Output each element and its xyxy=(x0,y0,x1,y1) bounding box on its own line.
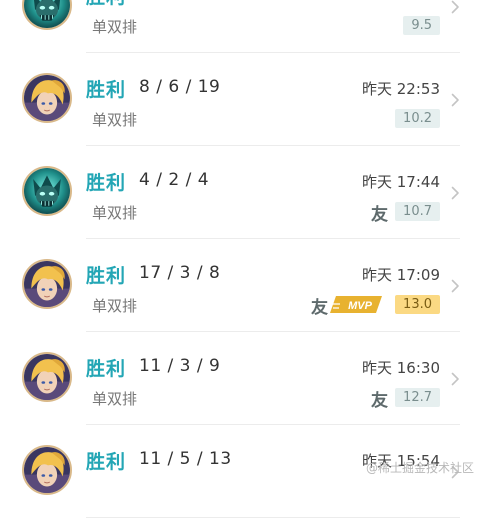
match-score-badge: 12.7 xyxy=(395,388,440,407)
match-result: 胜利 xyxy=(86,0,126,9)
match-row[interactable]: 胜利 8 / 6 / 19 昨天 22:53 单双排 10.2 xyxy=(0,53,480,146)
match-time: 昨天 16:30 xyxy=(362,359,440,377)
match-history-list: 胜利单双排9.5胜利8 / 6 / 19昨天 22:53单双排10.2胜利4 /… xyxy=(0,0,480,518)
match-mode: 单双排 xyxy=(92,111,138,129)
match-result: 胜利 xyxy=(86,265,127,287)
match-score-badge: 10.7 xyxy=(395,202,440,221)
match-time: 昨天 17:44 xyxy=(362,173,440,191)
hero-portrait-icon xyxy=(24,354,70,400)
friend-tag: 友 xyxy=(311,298,328,318)
hero-portrait-icon xyxy=(24,261,70,307)
match-time: 昨天 17:09 xyxy=(362,266,440,284)
match-score-badge: 9.5 xyxy=(403,16,440,35)
mvp-badge-icon: MVP xyxy=(330,296,382,313)
kda-stats: 11 / 3 / 9 xyxy=(139,356,221,376)
match-score-badge: 10.2 xyxy=(395,109,440,128)
kda-stats: 4 / 2 / 4 xyxy=(139,170,210,190)
kda-stats: 8 / 6 / 19 xyxy=(139,77,221,97)
hero-portrait-icon xyxy=(24,0,70,28)
hero-portrait-icon xyxy=(24,447,70,493)
match-time: 昨天 22:53 xyxy=(362,80,440,98)
chevron-right-icon[interactable] xyxy=(451,93,460,107)
watermark: @稀土掘金技术社区 xyxy=(365,461,474,475)
hero-portrait-icon xyxy=(24,75,70,121)
match-mode: 单双排 xyxy=(92,18,138,36)
hero-avatar xyxy=(22,166,72,216)
match-mode: 单双排 xyxy=(92,390,138,408)
chevron-right-icon[interactable] xyxy=(451,279,460,293)
match-row[interactable]: 胜利 17 / 3 / 8 昨天 17:09 单双排 13.0 MVP 友 xyxy=(0,239,480,332)
match-row[interactable]: 胜利单双排 9.5 xyxy=(0,0,480,53)
kda-stats: 11 / 5 / 13 xyxy=(139,449,232,469)
friend-tag: 友 xyxy=(371,391,388,411)
match-mode: 单双排 xyxy=(92,204,138,222)
hero-portrait-icon xyxy=(24,168,70,214)
kda-stats: 17 / 3 / 8 xyxy=(139,263,221,283)
match-result: 胜利 xyxy=(86,79,127,101)
hero-avatar xyxy=(22,73,72,123)
match-row[interactable]: 胜利 11 / 3 / 9 昨天 16:30 单双排 12.7 友 xyxy=(0,332,480,425)
hero-avatar xyxy=(22,259,72,309)
mvp-label: MVP xyxy=(348,300,373,312)
match-score-badge: 13.0 xyxy=(395,295,440,314)
hero-avatar xyxy=(22,352,72,402)
match-mode: 单双排 xyxy=(92,297,138,315)
friend-tag: 友 xyxy=(371,205,388,225)
chevron-right-icon[interactable] xyxy=(451,372,460,386)
chevron-right-icon[interactable] xyxy=(451,0,460,14)
match-result: 胜利 xyxy=(86,358,127,380)
match-row[interactable]: 胜利 4 / 2 / 4 昨天 17:44 单双排 10.7 友 xyxy=(0,146,480,239)
hero-avatar xyxy=(22,0,72,30)
hero-avatar xyxy=(22,445,72,495)
match-result: 胜利 xyxy=(86,451,127,473)
match-result: 胜利 xyxy=(86,172,127,194)
chevron-right-icon[interactable] xyxy=(451,186,460,200)
